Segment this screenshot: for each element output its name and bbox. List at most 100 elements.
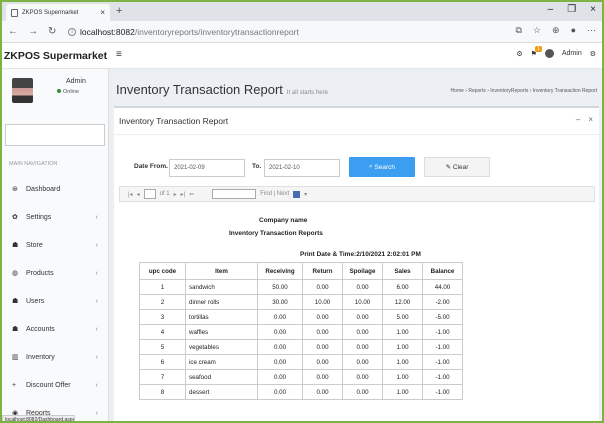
- column-header: upc code: [139, 262, 186, 280]
- sidebar-item-label: Store: [26, 241, 43, 249]
- sidebar-item-products[interactable]: ◍ Products ‹: [2, 259, 108, 287]
- table-cell: tortillas: [185, 309, 258, 325]
- prev-page-icon[interactable]: ◂: [137, 191, 140, 198]
- table-cell: 1.00: [382, 369, 423, 385]
- sidebar-item-store[interactable]: ☗ Store ‹: [2, 231, 108, 259]
- table-cell: vegetables: [185, 339, 258, 355]
- first-page-icon[interactable]: |◂: [128, 191, 133, 198]
- forward-icon[interactable]: →: [28, 26, 42, 37]
- date-from-label: Date From.: [134, 163, 168, 170]
- user-status: Online: [57, 89, 79, 95]
- table-cell: -2.00: [422, 294, 463, 310]
- date-from-input[interactable]: 2021-02-09: [169, 159, 245, 177]
- search-label: Search: [374, 163, 396, 171]
- new-tab-button[interactable]: +: [116, 5, 122, 17]
- report-table: upc code Item Receiving Return Spoilage Sales…: [139, 262, 463, 400]
- chevron-left-icon: ‹: [95, 269, 98, 277]
- brand-logo[interactable]: ZKPOS Supermarket: [2, 43, 109, 69]
- export-save-icon[interactable]: [293, 190, 301, 198]
- table-cell: seafood: [185, 369, 258, 385]
- page-title-text: Inventory Transaction Report: [116, 82, 283, 97]
- users-icon: ☗: [12, 326, 19, 333]
- breadcrumb[interactable]: Home › Reports › InventoryReports › Inve…: [451, 88, 597, 94]
- column-header: Return: [302, 262, 343, 280]
- url-field[interactable]: i localhost:8082/inventoryreports/invent…: [68, 27, 299, 37]
- table-cell: 0.00: [257, 309, 303, 325]
- table-cell: 0.00: [342, 309, 383, 325]
- table-cell: sandwich: [185, 279, 258, 295]
- table-cell: 2: [139, 294, 186, 310]
- sidebar-item-inventory[interactable]: ▥ Inventory ‹: [2, 343, 108, 371]
- collapse-button[interactable]: –: [576, 115, 580, 124]
- user-name: Admin: [66, 78, 86, 85]
- reader-icon[interactable]: ⧉: [516, 25, 522, 36]
- find-next-link[interactable]: Find | Next: [260, 191, 289, 197]
- plus-icon: +: [12, 381, 17, 389]
- column-header: Receiving: [257, 262, 303, 280]
- table-cell: 0.00: [302, 369, 343, 385]
- chevron-left-icon: ‹: [95, 325, 98, 333]
- close-window-button[interactable]: ×: [590, 4, 596, 15]
- back-icon[interactable]: ←: [8, 26, 22, 37]
- more-icon[interactable]: ⋯: [587, 25, 596, 36]
- sidebar-item-label: Inventory: [26, 353, 55, 361]
- table-cell: 10.00: [302, 294, 343, 310]
- table-cell: 44.00: [422, 279, 463, 295]
- table-cell: dessert: [185, 384, 258, 400]
- content-area: Inventory Transaction Report It all start…: [109, 69, 602, 421]
- report-box: Inventory Transaction Report – × Date Fr…: [114, 106, 599, 421]
- date-to-label: To.: [252, 163, 262, 170]
- header-user-name[interactable]: Admin: [562, 50, 582, 57]
- table-cell: waffles: [185, 324, 258, 340]
- sidebar-item-settings[interactable]: ✿ Settings ‹: [2, 203, 108, 231]
- browser-tab[interactable]: ZKPOS Supermarket ×: [6, 4, 110, 21]
- next-page-icon[interactable]: ▸: [174, 191, 177, 198]
- remove-button[interactable]: ×: [588, 115, 593, 124]
- control-sidebar-icon[interactable]: ⚙: [590, 50, 596, 58]
- minimize-button[interactable]: –: [548, 4, 554, 15]
- search-button[interactable]: ⌕ Search: [349, 157, 415, 177]
- table-cell: 0.00: [302, 324, 343, 340]
- export-dropdown-icon[interactable]: ▾: [304, 191, 307, 198]
- chevron-left-icon: ‹: [95, 409, 98, 417]
- header-right: ⚙ ⚑ 1 Admin ⚙: [516, 45, 596, 58]
- date-to-input[interactable]: 2021-02-10: [264, 159, 340, 177]
- page-count: of 1: [159, 191, 170, 197]
- menu-toggle-icon[interactable]: ≡: [116, 49, 122, 60]
- table-cell: 0.00: [302, 354, 343, 370]
- favorite-icon[interactable]: ☆: [533, 25, 541, 36]
- profile-icon[interactable]: ●: [571, 25, 576, 36]
- avatar: [12, 78, 33, 103]
- gear-small-icon[interactable]: ⚙: [516, 50, 522, 58]
- table-cell: 0.00: [342, 279, 383, 295]
- table-cell: ice cream: [185, 354, 258, 370]
- page-title: Inventory Transaction Report It all start…: [116, 82, 328, 97]
- table-cell: 1.00: [382, 324, 423, 340]
- clear-button[interactable]: ✎ Clear: [424, 157, 490, 177]
- chevron-left-icon: ‹: [95, 297, 98, 305]
- back-report-icon[interactable]: ⇐: [189, 191, 194, 198]
- sidebar-item-dashboard[interactable]: ⊛ Dashboard: [2, 175, 108, 203]
- sidebar-item-accounts[interactable]: ☗ Accounts ‹: [2, 315, 108, 343]
- reload-icon[interactable]: ↻: [48, 26, 62, 37]
- table-cell: 0.00: [342, 339, 383, 355]
- notifications-icon[interactable]: ⚑ 1: [531, 45, 542, 58]
- sidebar-item-users[interactable]: ☗ Users ‹: [2, 287, 108, 315]
- notification-badge: 1: [535, 45, 542, 52]
- url-path: /inventoryreports/inventorytransactionre…: [134, 26, 299, 37]
- column-header: Sales: [382, 262, 423, 280]
- sidebar-search-input[interactable]: [5, 124, 105, 146]
- table-row: 3 tortillas 0.00 0.00 0.00 5.00 -5.00: [139, 309, 463, 325]
- maximize-button[interactable]: ❐: [567, 4, 576, 15]
- last-page-icon[interactable]: ▸|: [181, 191, 186, 198]
- collections-icon[interactable]: ⊕: [552, 25, 560, 36]
- find-input[interactable]: [212, 189, 257, 199]
- close-tab-icon[interactable]: ×: [100, 8, 105, 17]
- sidebar-item-label: Dashboard: [26, 185, 61, 193]
- info-icon[interactable]: i: [68, 27, 76, 36]
- table-cell: 0.00: [302, 279, 343, 295]
- header-avatar[interactable]: [544, 49, 554, 58]
- sidebar-item-discount-offer[interactable]: + Discount Offer ‹: [2, 371, 108, 399]
- sidebar: Admin Online MAIN NAVIGATION ⊛ Dashboard ✿…: [2, 69, 109, 421]
- page-number-input[interactable]: [143, 189, 156, 199]
